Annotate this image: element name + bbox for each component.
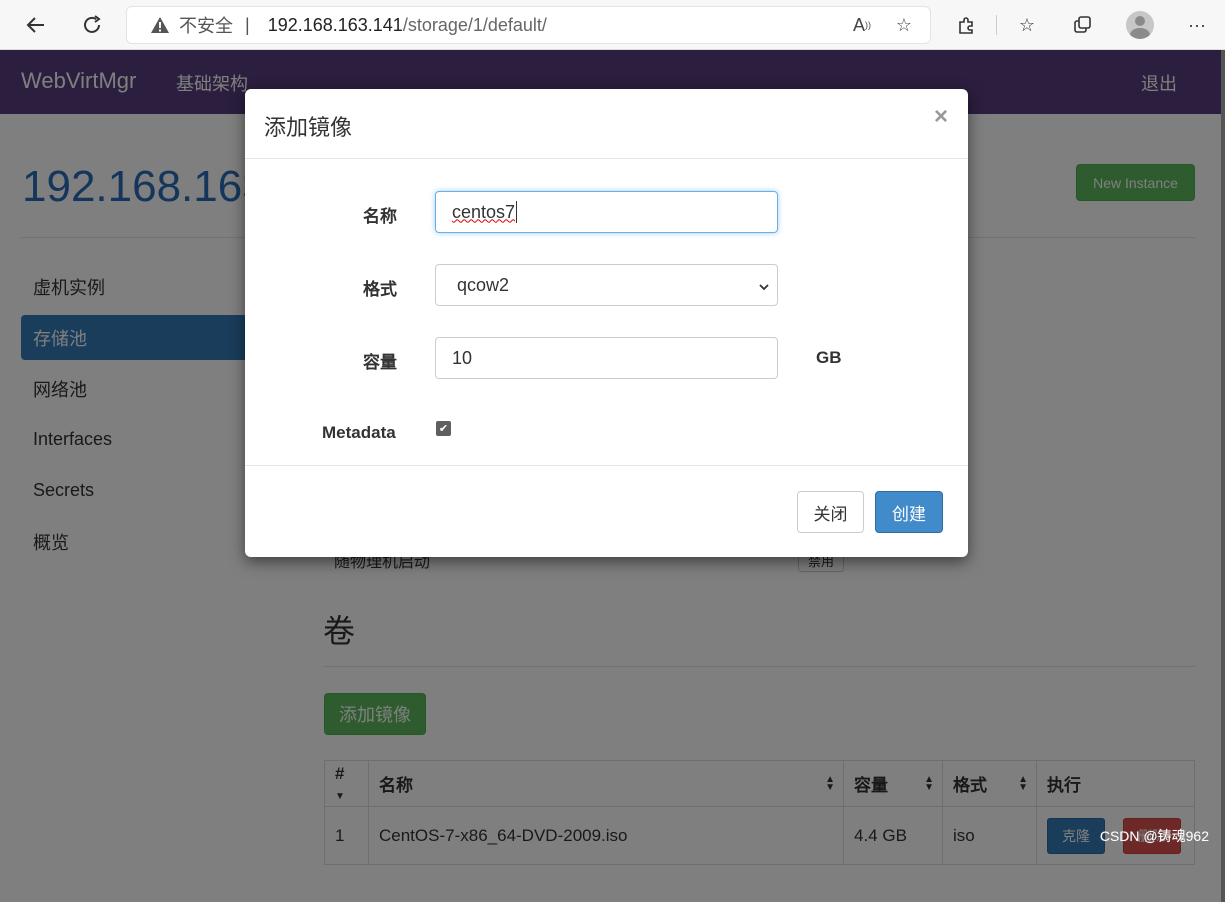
back-icon[interactable] (20, 9, 52, 41)
size-unit: GB (816, 348, 842, 367)
read-aloud-icon[interactable]: A)) (848, 11, 876, 39)
address-bar[interactable]: 不安全 | 192.168.163.141 /storage/1/default… (126, 6, 931, 44)
close-icon[interactable]: × (934, 103, 948, 131)
metadata-label: Metadata (322, 423, 396, 442)
browser-toolbar: 不安全 | 192.168.163.141 /storage/1/default… (0, 0, 1225, 50)
modal-header: 添加镜像 × (245, 89, 968, 159)
url-separator: | (245, 14, 250, 35)
watermark: CSDN @铸魂962 (1099, 828, 1209, 844)
text-caret (516, 201, 518, 223)
close-button[interactable]: 关闭 (797, 491, 864, 533)
modal-footer: 关闭 创建 (245, 465, 968, 557)
url-path: /storage/1/default/ (402, 14, 547, 35)
metadata-checkbox[interactable]: ✔ (436, 421, 451, 436)
modal-title: 添加镜像 (264, 115, 353, 140)
name-input[interactable]: centos7 (435, 191, 778, 233)
scrollbar[interactable] (1221, 50, 1225, 902)
name-input-value: centos7 (452, 201, 516, 222)
profile-avatar[interactable] (1126, 11, 1154, 39)
favorite-add-icon[interactable]: ☆ (890, 11, 918, 39)
more-menu-icon[interactable]: ··· (1181, 9, 1213, 41)
add-image-dialog: 添加镜像 × 名称 centos7 格式 qcow2 容量 10 GB Meta… (245, 89, 968, 557)
favorites-icon[interactable]: ☆ (1011, 9, 1043, 41)
insecure-label: 不安全 (179, 16, 233, 36)
size-input-value: 10 (452, 347, 473, 368)
url-host: 192.168.163.141 (267, 14, 403, 35)
toolbar-divider (996, 15, 997, 35)
size-label: 容量 (363, 353, 397, 372)
chevron-down-icon (757, 278, 771, 292)
format-select-value: qcow2 (457, 274, 510, 295)
refresh-icon[interactable] (76, 9, 108, 41)
name-label: 名称 (363, 207, 397, 226)
format-label: 格式 (363, 280, 397, 299)
collections-icon[interactable] (1066, 9, 1098, 41)
size-input[interactable]: 10 (435, 337, 778, 379)
extensions-icon[interactable] (950, 9, 982, 41)
format-select[interactable]: qcow2 (435, 264, 778, 306)
create-button[interactable]: 创建 (875, 491, 943, 533)
warning-icon (149, 14, 171, 36)
